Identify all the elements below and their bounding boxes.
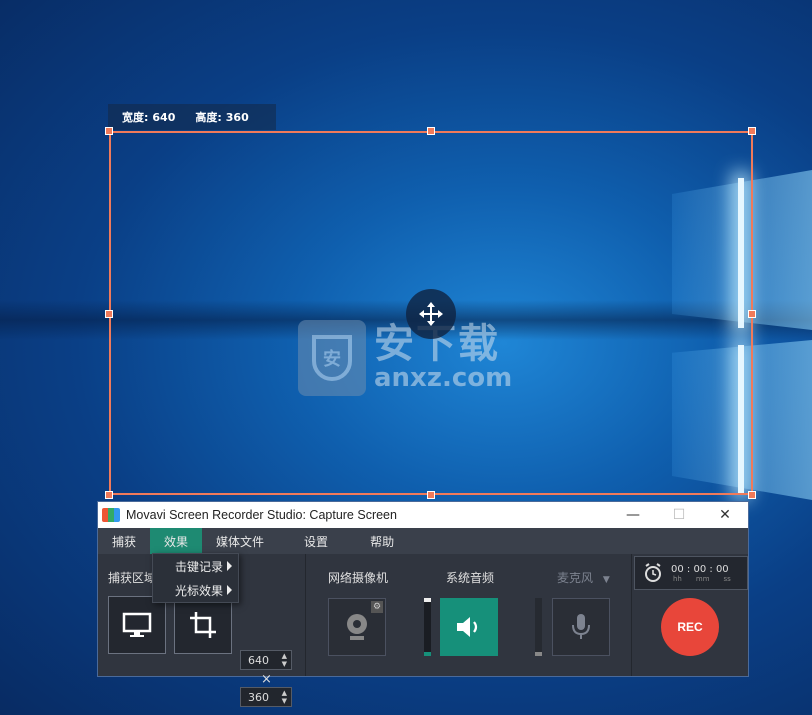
resize-handle-bottom-right[interactable]	[748, 491, 756, 499]
maximize-button[interactable]: ☐	[656, 502, 702, 528]
resize-handle-bottom[interactable]	[427, 491, 435, 499]
menu-bar: 捕获 效果 媒体文件 设置 帮助	[98, 528, 748, 554]
resize-handle-right[interactable]	[748, 310, 756, 318]
spinner-arrows-icon[interactable]: ▲ ▼	[282, 689, 287, 705]
menu-item-cursor-effects[interactable]: 光标效果	[153, 578, 238, 602]
mic-label: 麦克风 ▼	[557, 571, 610, 585]
menu-help[interactable]: 帮助	[342, 528, 408, 554]
alarm-clock-icon	[645, 563, 661, 582]
width-value: 640	[152, 110, 176, 124]
chevron-down-icon[interactable]: ▼	[603, 575, 610, 585]
record-button[interactable]: REC	[661, 598, 719, 656]
height-value: 360	[225, 110, 249, 124]
timer-digits: 00 : 00 : 00	[671, 563, 729, 575]
move-arrows-icon	[419, 302, 443, 326]
timer-box[interactable]: 00 : 00 : 00 hh mm ss	[634, 556, 748, 590]
capture-size-label: 宽度: 640 高度: 360	[108, 104, 276, 130]
system-audio-level-meter	[424, 598, 431, 656]
resize-handle-top[interactable]	[427, 127, 435, 135]
resize-handle-bottom-left[interactable]	[105, 491, 113, 499]
times-sign: ×	[261, 672, 272, 687]
window-title: Movavi Screen Recorder Studio: Capture S…	[126, 508, 397, 522]
webcam-label: 网络摄像机	[328, 571, 389, 585]
resize-handle-top-left[interactable]	[105, 127, 113, 135]
resize-handle-left[interactable]	[105, 310, 113, 318]
menu-capture[interactable]: 捕获	[98, 528, 150, 554]
mic-level-meter	[535, 598, 542, 656]
menu-effects[interactable]: 效果	[150, 528, 203, 554]
crop-icon	[190, 612, 216, 638]
width-label: 宽度:	[122, 111, 149, 124]
minimize-button[interactable]: —	[610, 502, 656, 528]
title-bar: Movavi Screen Recorder Studio: Capture S…	[98, 502, 748, 528]
app-icon	[102, 508, 120, 522]
webcam-toggle-button[interactable]: ⚙	[328, 598, 386, 656]
spinner-arrows-icon[interactable]: ▲ ▼	[282, 652, 287, 668]
capture-area-label: 捕获区域	[108, 571, 157, 585]
system-audio-label: 系统音频	[446, 571, 495, 585]
chevron-right-icon	[227, 585, 232, 595]
move-capture-button[interactable]	[406, 289, 456, 339]
capture-width-input[interactable]: 640 ▲ ▼	[240, 650, 292, 670]
menu-settings[interactable]: 设置	[278, 528, 342, 554]
close-button[interactable]: ✕	[702, 502, 748, 528]
section-divider	[305, 554, 306, 676]
gear-icon[interactable]: ⚙	[371, 601, 383, 613]
mic-toggle-button[interactable]	[552, 598, 610, 656]
chevron-right-icon	[227, 561, 232, 571]
effects-dropdown-menu: 击键记录 光标效果	[152, 553, 239, 603]
menu-media-files[interactable]: 媒体文件	[202, 528, 278, 554]
webcam-icon	[347, 614, 367, 640]
custom-area-button[interactable]	[174, 596, 232, 654]
menu-item-keystrokes[interactable]: 击键记录	[153, 554, 238, 578]
system-audio-toggle-button[interactable]	[440, 598, 498, 656]
section-divider	[631, 554, 632, 676]
speaker-icon	[457, 617, 478, 637]
microphone-icon	[572, 614, 590, 639]
timer-units: hh mm ss	[673, 574, 731, 583]
capture-height-input[interactable]: 360 ▲ ▼	[240, 687, 292, 707]
monitor-icon	[122, 612, 152, 637]
fullscreen-capture-button[interactable]	[108, 596, 166, 654]
height-label: 高度:	[195, 111, 222, 124]
resize-handle-top-right[interactable]	[748, 127, 756, 135]
